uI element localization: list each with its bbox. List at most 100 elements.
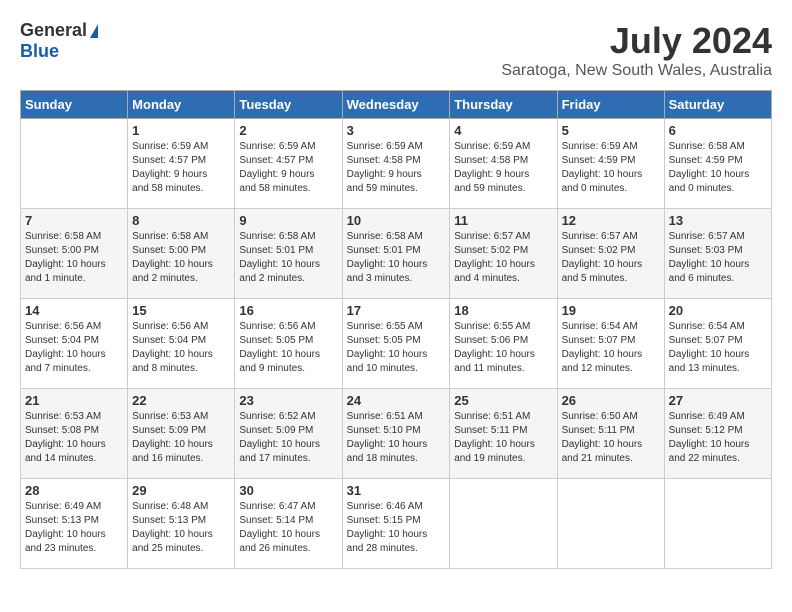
day-info: Sunrise: 6:57 AM Sunset: 5:02 PM Dayligh… [562,230,660,286]
day-number: 21 [25,393,123,408]
location-subtitle: Saratoga, New South Wales, Australia [501,62,772,80]
day-number: 13 [669,213,767,228]
calendar-cell: 8Sunrise: 6:58 AM Sunset: 5:00 PM Daylig… [128,209,235,299]
calendar-cell: 26Sunrise: 6:50 AM Sunset: 5:11 PM Dayli… [557,389,664,479]
day-info: Sunrise: 6:47 AM Sunset: 5:14 PM Dayligh… [239,500,337,556]
calendar-cell: 13 Sunrise: 6:57 AM Sunset: 5:03 PM Dayli… [664,209,771,299]
day-info: Sunrise: 6:51 AM Sunset: 5:10 PM Dayligh… [347,410,446,466]
day-number: 26 [562,393,660,408]
day-info: Sunrise: 6:52 AM Sunset: 5:09 PM Dayligh… [239,410,337,466]
calendar-cell: 14 Sunrise: 6:56 AM Sunset: 5:04 PM Dayli… [21,299,128,389]
day-number: 24 [347,393,446,408]
day-info: Sunrise: 6:58 AM Sunset: 5:01 PM Dayligh… [239,230,337,286]
calendar-cell: 28 Sunrise: 6:49 AM Sunset: 5:13 PM Dayli… [21,479,128,569]
day-number: 20 [669,303,767,318]
day-info: Sunrise: 6:54 AM Sunset: 5:07 PM Dayligh… [669,320,767,376]
day-number: 1 [132,123,230,138]
calendar-cell: 23 Sunrise: 6:52 AM Sunset: 5:09 PM Dayli… [235,389,342,479]
day-number: 12 [562,213,660,228]
day-info: Sunrise: 6:53 AM Sunset: 5:08 PM Dayligh… [25,410,123,466]
day-number: 23 [239,393,337,408]
calendar-cell [450,479,557,569]
day-header-sunday: Sunday [21,91,128,119]
day-number: 10 [347,213,446,228]
calendar-cell: 25Sunrise: 6:51 AM Sunset: 5:11 PM Dayli… [450,389,557,479]
day-header-monday: Monday [128,91,235,119]
calendar-week-2: 7 Sunrise: 6:58 AM Sunset: 5:00 PM Daylig… [21,209,772,299]
calendar-cell: 1Sunrise: 6:59 AM Sunset: 4:57 PM Daylig… [128,119,235,209]
day-info: Sunrise: 6:58 AM Sunset: 4:59 PM Dayligh… [669,140,767,196]
day-number: 17 [347,303,446,318]
day-number: 9 [239,213,337,228]
calendar-cell: 12 Sunrise: 6:57 AM Sunset: 5:02 PM Dayli… [557,209,664,299]
day-number: 7 [25,213,123,228]
calendar-cell: 27Sunrise: 6:49 AM Sunset: 5:12 PM Dayli… [664,389,771,479]
calendar-cell: 18Sunrise: 6:55 AM Sunset: 5:06 PM Dayli… [450,299,557,389]
title-section: July 2024 Saratoga, New South Wales, Aus… [501,20,772,80]
day-info: Sunrise: 6:59 AM Sunset: 4:59 PM Dayligh… [562,140,660,196]
calendar-cell: 31Sunrise: 6:46 AM Sunset: 5:15 PM Dayli… [342,479,450,569]
day-info: Sunrise: 6:56 AM Sunset: 5:04 PM Dayligh… [132,320,230,376]
day-info: Sunrise: 6:56 AM Sunset: 5:04 PM Dayligh… [25,320,123,376]
day-number: 5 [562,123,660,138]
logo-general: General [20,20,87,41]
day-info: Sunrise: 6:56 AM Sunset: 5:05 PM Dayligh… [239,320,337,376]
day-info: Sunrise: 6:53 AM Sunset: 5:09 PM Dayligh… [132,410,230,466]
calendar-cell: 2Sunrise: 6:59 AM Sunset: 4:57 PM Daylig… [235,119,342,209]
day-header-friday: Friday [557,91,664,119]
calendar-cell: 22 Sunrise: 6:53 AM Sunset: 5:09 PM Dayli… [128,389,235,479]
day-header-saturday: Saturday [664,91,771,119]
calendar-cell: 17 Sunrise: 6:55 AM Sunset: 5:05 PM Dayli… [342,299,450,389]
calendar-cell: 15 Sunrise: 6:56 AM Sunset: 5:04 PM Dayli… [128,299,235,389]
calendar-cell: 6 Sunrise: 6:58 AM Sunset: 4:59 PM Daylig… [664,119,771,209]
day-number: 18 [454,303,552,318]
day-info: Sunrise: 6:58 AM Sunset: 5:01 PM Dayligh… [347,230,446,286]
day-info: Sunrise: 6:58 AM Sunset: 5:00 PM Dayligh… [132,230,230,286]
calendar-week-4: 21 Sunrise: 6:53 AM Sunset: 5:08 PM Dayli… [21,389,772,479]
day-info: Sunrise: 6:51 AM Sunset: 5:11 PM Dayligh… [454,410,552,466]
day-number: 11 [454,213,552,228]
calendar-cell [664,479,771,569]
calendar-cell: 24 Sunrise: 6:51 AM Sunset: 5:10 PM Dayli… [342,389,450,479]
day-info: Sunrise: 6:59 AM Sunset: 4:57 PM Dayligh… [239,140,337,196]
day-number: 19 [562,303,660,318]
day-info: Sunrise: 6:46 AM Sunset: 5:15 PM Dayligh… [347,500,446,556]
calendar-cell: 11Sunrise: 6:57 AM Sunset: 5:02 PM Dayli… [450,209,557,299]
logo-triangle-icon [90,24,98,38]
calendar-week-3: 14 Sunrise: 6:56 AM Sunset: 5:04 PM Dayli… [21,299,772,389]
calendar-header-row: SundayMondayTuesdayWednesdayThursdayFrid… [21,91,772,119]
day-info: Sunrise: 6:49 AM Sunset: 5:12 PM Dayligh… [669,410,767,466]
day-info: Sunrise: 6:57 AM Sunset: 5:03 PM Dayligh… [669,230,767,286]
calendar-cell: 19 Sunrise: 6:54 AM Sunset: 5:07 PM Dayli… [557,299,664,389]
day-header-tuesday: Tuesday [235,91,342,119]
day-info: Sunrise: 6:54 AM Sunset: 5:07 PM Dayligh… [562,320,660,376]
day-number: 3 [347,123,446,138]
header: General Blue July 2024 Saratoga, New Sou… [20,20,772,80]
day-number: 28 [25,483,123,498]
calendar-cell: 3 Sunrise: 6:59 AM Sunset: 4:58 PM Daylig… [342,119,450,209]
day-number: 6 [669,123,767,138]
day-header-wednesday: Wednesday [342,91,450,119]
day-info: Sunrise: 6:59 AM Sunset: 4:58 PM Dayligh… [454,140,552,196]
day-info: Sunrise: 6:49 AM Sunset: 5:13 PM Dayligh… [25,500,123,556]
day-info: Sunrise: 6:55 AM Sunset: 5:05 PM Dayligh… [347,320,446,376]
calendar-cell [21,119,128,209]
calendar-week-5: 28 Sunrise: 6:49 AM Sunset: 5:13 PM Dayli… [21,479,772,569]
calendar-cell: 29 Sunrise: 6:48 AM Sunset: 5:13 PM Dayli… [128,479,235,569]
day-number: 15 [132,303,230,318]
calendar-cell: 5 Sunrise: 6:59 AM Sunset: 4:59 PM Daylig… [557,119,664,209]
day-number: 30 [239,483,337,498]
calendar-cell: 20 Sunrise: 6:54 AM Sunset: 5:07 PM Dayli… [664,299,771,389]
day-number: 29 [132,483,230,498]
calendar-cell [557,479,664,569]
calendar-cell: 16 Sunrise: 6:56 AM Sunset: 5:05 PM Dayli… [235,299,342,389]
day-number: 22 [132,393,230,408]
calendar-table: SundayMondayTuesdayWednesdayThursdayFrid… [20,90,772,569]
day-number: 16 [239,303,337,318]
calendar-cell: 21 Sunrise: 6:53 AM Sunset: 5:08 PM Dayli… [21,389,128,479]
day-info: Sunrise: 6:59 AM Sunset: 4:58 PM Dayligh… [347,140,446,196]
logo: General Blue [20,20,98,62]
day-number: 14 [25,303,123,318]
day-info: Sunrise: 6:58 AM Sunset: 5:00 PM Dayligh… [25,230,123,286]
day-info: Sunrise: 6:48 AM Sunset: 5:13 PM Dayligh… [132,500,230,556]
